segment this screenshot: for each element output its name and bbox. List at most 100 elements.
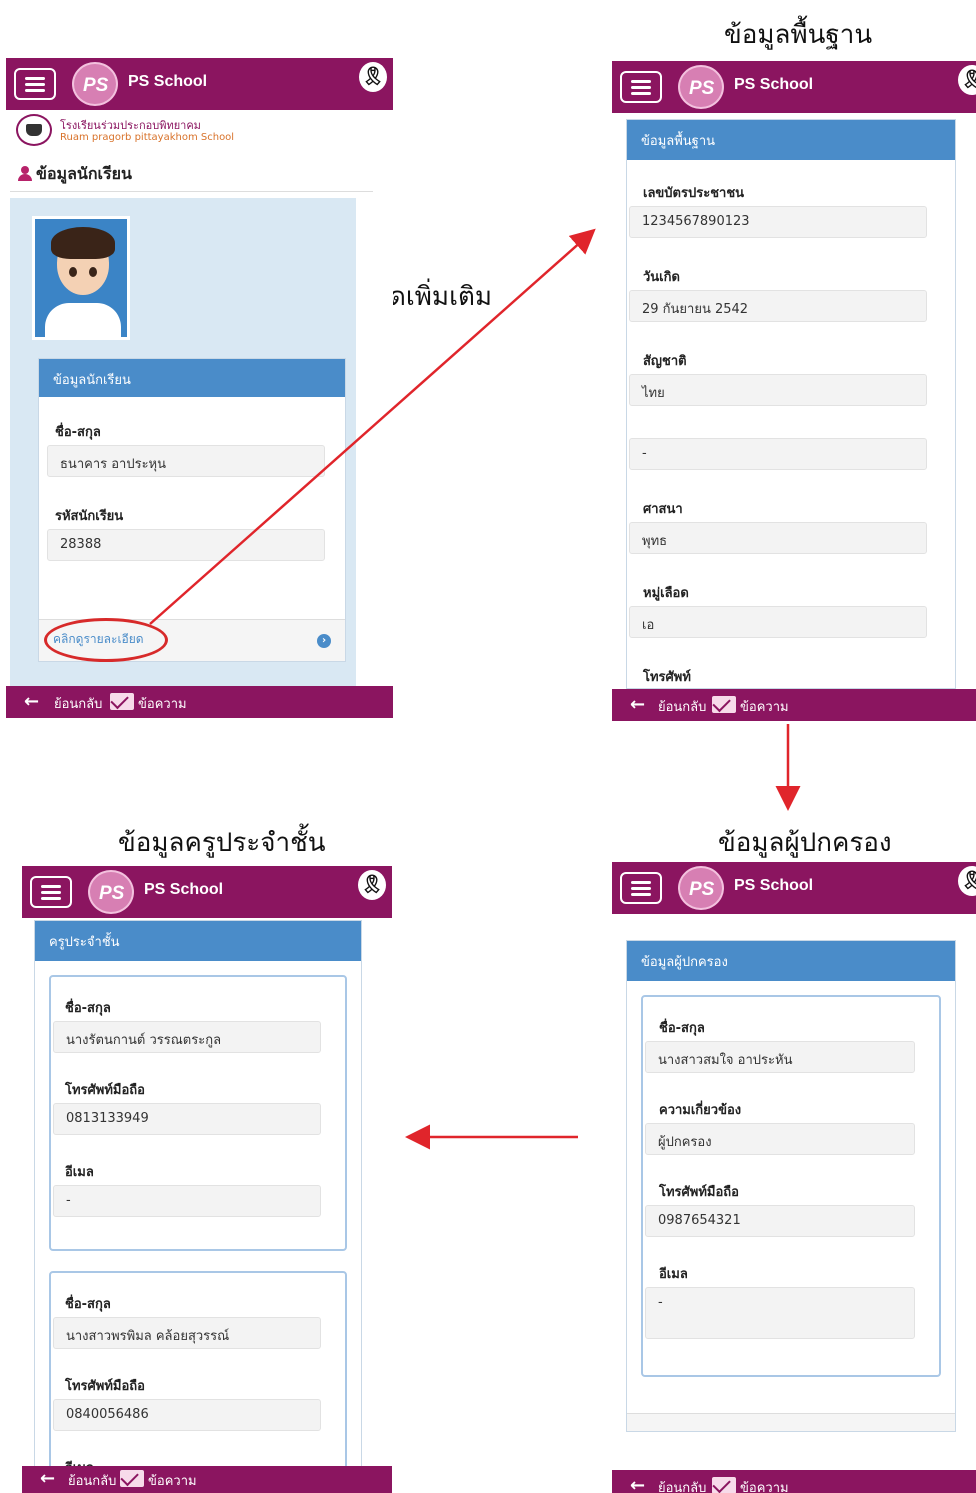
field-value-fullname: นางรัตนกานต์ วรรณตระกูล	[53, 1021, 321, 1053]
parent-card: ชื่อ-สกุล นางสาวสมใจ อาประหัน ความเกี่ยว…	[641, 995, 941, 1377]
back-button[interactable]: ย้อนกลับ	[54, 693, 102, 714]
back-arrow-icon[interactable]: ←	[630, 1475, 645, 1493]
messages-button[interactable]: ข้อความ	[148, 1470, 197, 1491]
field-label-student-id: รหัสนักเรียน	[55, 509, 124, 524]
page-title: ข้อมูลนักเรียน	[36, 164, 132, 183]
teacher-card-1: ชื่อ-สกุล นางรัตนกานต์ วรรณตระกูล โทรศัพ…	[49, 975, 347, 1251]
field-label-mobile: โทรศัพท์มือถือ	[659, 1185, 739, 1200]
field-value-fullname: นางสาวพรพิมล คล้อยสุวรรณ์	[53, 1317, 321, 1349]
school-name-en: Ruam pragorb pittayakhom School	[60, 132, 235, 143]
field-label-religion: ศาสนา	[643, 502, 683, 517]
bottom-bar: ← ย้อนกลับ ข้อความ	[612, 689, 976, 721]
back-arrow-icon[interactable]: ←	[40, 1468, 55, 1489]
field-label-fullname: ชื่อ-สกุล	[65, 1297, 111, 1312]
messages-button[interactable]: ข้อความ	[740, 696, 789, 717]
field-value-citizen-id: 1234567890123	[629, 206, 927, 238]
messages-button[interactable]: ข้อความ	[740, 1477, 789, 1493]
menu-icon[interactable]	[620, 872, 662, 904]
app-logo: PS	[72, 62, 118, 106]
teacher-card-2: ชื่อ-สกุล นางสาวพรพิมล คล้อยสุวรรณ์ โทรศ…	[49, 1271, 347, 1493]
field-value-mobile: 0813133949	[53, 1103, 321, 1135]
field-value-email: -	[53, 1185, 321, 1217]
envelope-icon[interactable]	[712, 696, 736, 713]
field-label-fullname: ชื่อ-สกุล	[659, 1021, 705, 1036]
envelope-icon[interactable]	[712, 1477, 736, 1493]
field-value-student-id: 28388	[47, 529, 325, 561]
top-bar: PS PS School 🎗	[612, 862, 976, 914]
field-label-relationship: ความเกี่ยวข้อง	[659, 1103, 742, 1118]
panel-header: ข้อมูลนักเรียน	[39, 359, 345, 397]
field-value-mobile: 0987654321	[645, 1205, 915, 1237]
parent-info-panel: ข้อมูลผู้ปกครอง ชื่อ-สกุล นางสาวสมใจ อาป…	[626, 940, 956, 1432]
menu-icon[interactable]	[620, 71, 662, 103]
back-arrow-icon[interactable]: ←	[24, 691, 39, 712]
back-button[interactable]: ย้อนกลับ	[658, 696, 706, 717]
student-profile-area: ข้อมูลนักเรียน ชื่อ-สกุล ธนาคาร อาประหุน…	[10, 198, 356, 686]
field-value-email: -	[645, 1287, 915, 1339]
caption-basic-info: ข้อมูลพื้นฐาน	[724, 20, 873, 50]
back-button[interactable]: ย้อนกลับ	[658, 1477, 706, 1493]
awareness-ribbon-icon: 🎗	[958, 866, 976, 896]
student-avatar	[32, 216, 130, 340]
user-icon	[18, 166, 32, 181]
student-info-screen: PS PS School 🎗 โรงเรียนร่วมประกอบพิทยาคม…	[6, 58, 393, 718]
basic-info-panel: ข้อมูลพื้นฐาน เลขบัตรประชาชน 12345678901…	[626, 119, 956, 689]
school-emblem-icon	[16, 114, 52, 146]
awareness-ribbon-icon: 🎗	[358, 870, 386, 900]
awareness-ribbon-icon: 🎗	[958, 65, 976, 95]
bottom-bar: ← ย้อนกลับ ข้อความ	[612, 1470, 976, 1493]
top-bar: PS PS School 🎗	[22, 866, 392, 918]
field-value-relationship: ผู้ปกครอง	[645, 1123, 915, 1155]
field-label-citizen-id: เลขบัตรประชาชน	[643, 186, 745, 201]
app-title: PS School	[734, 877, 814, 894]
field-label-fullname: ชื่อ-สกุล	[65, 1001, 111, 1016]
app-title: PS School	[734, 76, 814, 93]
teacher-info-panel: ครูประจำชั้น ชื่อ-สกุล นางรัตนกานต์ วรรณ…	[34, 920, 362, 1493]
field-label-nationality: สัญชาติ	[643, 354, 687, 369]
highlight-circle	[44, 618, 168, 662]
field-label-mobile: โทรศัพท์มือถือ	[65, 1083, 145, 1098]
app-logo: PS	[678, 65, 724, 109]
divider	[10, 191, 373, 192]
field-value-blank: -	[629, 438, 927, 470]
app-title: PS School	[128, 73, 208, 90]
field-label-phone: โทรศัพท์	[643, 670, 691, 685]
field-value-nationality: ไทย	[629, 374, 927, 406]
back-button[interactable]: ย้อนกลับ	[68, 1470, 116, 1491]
field-value-fullname: ธนาคาร อาประหุน	[47, 445, 325, 477]
panel-header: ข้อมูลผู้ปกครอง	[627, 941, 955, 981]
field-value-fullname: นางสาวสมใจ อาประหัน	[645, 1041, 915, 1073]
field-label-mobile: โทรศัพท์มือถือ	[65, 1379, 145, 1394]
field-label-blood-type: หมู่เลือด	[643, 586, 689, 601]
field-value-blood-type: เอ	[629, 606, 927, 638]
field-value-religion: พุทธ	[629, 522, 927, 554]
messages-button[interactable]: ข้อความ	[138, 693, 187, 714]
envelope-icon[interactable]	[120, 1470, 144, 1487]
arrow-circle-right-icon[interactable]: ›	[317, 634, 331, 648]
parent-info-screen: PS PS School 🎗 ข้อมูลผู้ปกครอง ชื่อ-สกุล…	[612, 862, 976, 1493]
panel-header: ครูประจำชั้น	[35, 921, 361, 961]
menu-icon[interactable]	[30, 876, 72, 908]
field-label-birthdate: วันเกิด	[643, 270, 680, 285]
app-logo: PS	[88, 870, 134, 914]
field-label-fullname: ชื่อ-สกุล	[55, 425, 101, 440]
student-info-panel: ข้อมูลนักเรียน ชื่อ-สกุล ธนาคาร อาประหุน…	[38, 358, 346, 662]
bottom-bar: ← ย้อนกลับ ข้อความ	[6, 686, 393, 718]
caption-teacher-info: ข้อมูลครูประจำชั้น	[118, 828, 326, 858]
panel-footer	[627, 1413, 955, 1431]
field-value-mobile: 0840056486	[53, 1399, 321, 1431]
school-header: โรงเรียนร่วมประกอบพิทยาคม Ruam pragorb p…	[6, 110, 393, 150]
app-logo: PS	[678, 866, 724, 910]
field-label-email: อีเมล	[65, 1165, 94, 1180]
top-bar: PS PS School 🎗	[612, 61, 976, 113]
awareness-ribbon-icon: 🎗	[359, 62, 387, 92]
bottom-bar: ← ย้อนกลับ ข้อความ	[22, 1466, 392, 1493]
teacher-info-screen: PS PS School 🎗 ครูประจำชั้น ชื่อ-สกุล นา…	[22, 866, 392, 1493]
basic-info-screen: PS PS School 🎗 ข้อมูลพื้นฐาน เลขบัตรประช…	[612, 61, 976, 721]
field-label-email: อีเมล	[659, 1267, 688, 1282]
field-value-birthdate: 29 กันยายน 2542	[629, 290, 927, 322]
menu-icon[interactable]	[14, 68, 56, 100]
back-arrow-icon[interactable]: ←	[630, 694, 645, 715]
envelope-icon[interactable]	[110, 693, 134, 710]
top-bar: PS PS School 🎗	[6, 58, 393, 110]
